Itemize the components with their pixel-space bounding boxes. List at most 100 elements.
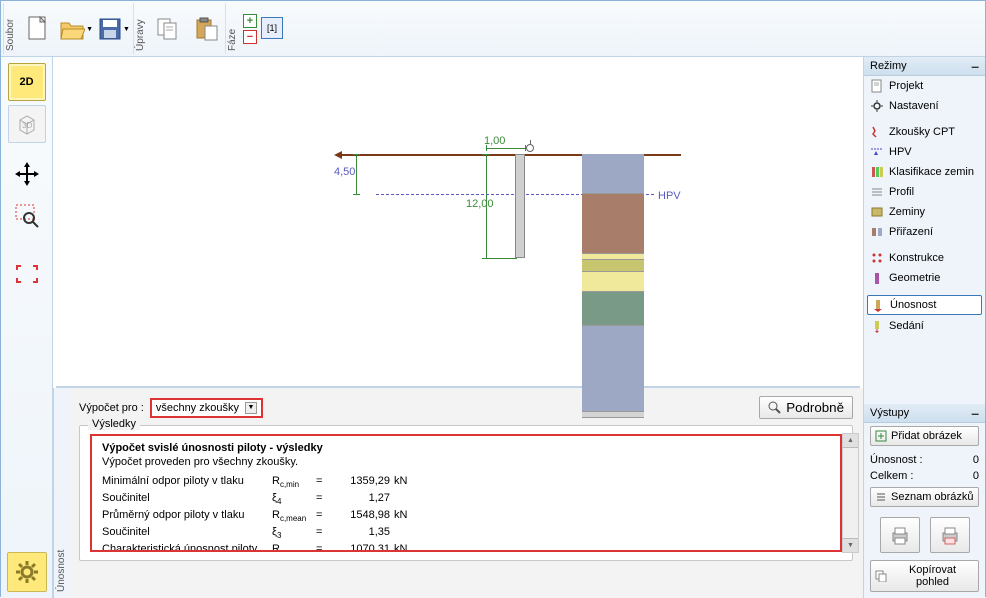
output-total-label: Celkem :: [870, 470, 913, 482]
output-total-value: 0: [973, 470, 979, 482]
dropdown-arrow-icon: ▼: [123, 26, 130, 33]
sidebar-item-label: Sedání: [889, 320, 924, 332]
cap-icon: [871, 298, 885, 312]
open-folder-icon: [59, 17, 85, 41]
add-phase-button[interactable]: +: [243, 14, 257, 28]
toolbar-group-phase: Fáze: [225, 3, 239, 54]
collapse-button[interactable]: –: [971, 61, 979, 71]
results-text-box: Výpočet svislé únosnosti piloty - výsled…: [90, 434, 842, 552]
view-2d-label: 2D: [19, 76, 33, 88]
cube-3d-icon: 3D: [14, 111, 40, 137]
image-list-label: Seznam obrázků: [891, 491, 974, 503]
tests-dropdown[interactable]: všechny zkoušky ▼: [150, 398, 263, 418]
svg-text:3D: 3D: [22, 121, 32, 130]
outputs-header-label: Výstupy: [870, 407, 909, 419]
sidebar-item-zkoušky-cpt[interactable]: Zkoušky CPT: [864, 122, 985, 142]
zoom-region-icon: [14, 203, 40, 229]
sidebar-item-konstrukce[interactable]: Konstrukce: [864, 248, 985, 268]
sidebar-item-label: Nastavení: [889, 100, 939, 112]
paste-icon: [193, 16, 219, 42]
save-disk-icon: [98, 17, 122, 41]
calc-for-label: Výpočet pro :: [79, 402, 144, 414]
toolbar-group-file: Soubor: [3, 3, 17, 54]
remove-phase-button[interactable]: −: [243, 30, 257, 44]
dropdown-arrow-icon: ▼: [86, 26, 93, 33]
collapse-button[interactable]: –: [971, 408, 979, 418]
phase-indicator[interactable]: [1]: [261, 17, 283, 39]
scroll-up-icon[interactable]: ▲: [843, 434, 858, 448]
magnifier-icon: [768, 401, 782, 415]
drawing-canvas[interactable]: 1,00 4,50 12,00 HPV: [56, 60, 860, 388]
stratum-layer: [582, 194, 644, 254]
sidebar-item-hpv[interactable]: HPV: [864, 142, 985, 162]
new-file-button[interactable]: [20, 5, 56, 53]
sidebar-item-profil[interactable]: Profil: [864, 182, 985, 202]
open-file-button[interactable]: ▼: [58, 5, 94, 53]
view-2d-button[interactable]: 2D: [8, 63, 46, 101]
struct-icon: [870, 251, 884, 265]
water-table-label: HPV: [658, 190, 681, 202]
copy-button[interactable]: [150, 5, 186, 53]
result-row: Minimální odpor piloty v tlakuRc,min=135…: [102, 474, 830, 491]
dim-line: [356, 154, 357, 194]
settings-button[interactable]: [7, 552, 47, 592]
sidebar-item-sedání[interactable]: Sedání: [864, 316, 985, 336]
dropdown-value: všechny zkoušky: [156, 402, 239, 414]
detail-button[interactable]: Podrobně: [759, 396, 853, 419]
save-button[interactable]: ▼: [96, 5, 132, 53]
dim-pile-depth-label: 12,00: [466, 198, 494, 210]
output-capacity-value: 0: [973, 454, 979, 466]
sidebar-item-label: HPV: [889, 146, 912, 158]
scrollbar[interactable]: ▲ ▼: [842, 433, 859, 553]
sidebar-item-únosnost[interactable]: Únosnost: [867, 295, 982, 315]
add-image-button[interactable]: Přidat obrázek: [870, 426, 979, 446]
sidebar-item-label: Klasifikace zemin: [889, 166, 974, 178]
modes-header: Režimy –: [864, 57, 985, 76]
pan-button[interactable]: [8, 155, 46, 193]
list-icon: [875, 491, 887, 503]
scroll-down-icon[interactable]: ▼: [843, 538, 858, 552]
results-subtitle: Výpočet proveden pro všechny zkoušky.: [102, 456, 830, 468]
dim-offset-label: 1,00: [484, 135, 505, 147]
geom-icon: [870, 271, 884, 285]
print-button[interactable]: [880, 517, 920, 553]
bars-icon: [870, 165, 884, 179]
sidebar-item-geometrie[interactable]: Geometrie: [864, 268, 985, 288]
result-row: Průměrný odpor piloty v tlakuRc,mean=154…: [102, 508, 830, 525]
printer-image-icon: [939, 524, 961, 546]
gear-icon: [870, 99, 884, 113]
output-total-row: Celkem : 0: [864, 468, 985, 484]
cpt-icon: [870, 125, 884, 139]
sidebar-item-přiřazení[interactable]: Přiřazení: [864, 222, 985, 242]
sidebar-item-klasifikace-zemin[interactable]: Klasifikace zemin: [864, 162, 985, 182]
zoom-region-button[interactable]: [8, 197, 46, 235]
copy-view-button[interactable]: Kopírovat pohled: [870, 560, 979, 592]
pile-shape: [515, 154, 525, 258]
image-list-button[interactable]: Seznam obrázků: [870, 487, 979, 507]
add-image-icon: [875, 430, 887, 442]
profile-icon: [870, 185, 884, 199]
chevron-down-icon: ▼: [245, 402, 257, 414]
sidebar-item-label: Profil: [889, 186, 914, 198]
copy-view-label: Kopírovat pohled: [891, 564, 974, 588]
output-capacity-label: Únosnost :: [870, 454, 923, 466]
view-toolbar: 2D 3D: [1, 57, 53, 598]
assign-icon: [870, 225, 884, 239]
gear-icon: [14, 559, 40, 585]
stratum-layer: [582, 260, 644, 272]
add-image-label: Přidat obrázek: [891, 430, 962, 442]
result-row: Součinitelξ4=1,27: [102, 491, 830, 508]
result-row: Charakteristická únosnost pilotyRc=1070,…: [102, 542, 830, 552]
print-image-button[interactable]: [930, 517, 970, 553]
sidebar-item-label: Zkoušky CPT: [889, 126, 955, 138]
view-3d-button[interactable]: 3D: [8, 105, 46, 143]
sidebar-item-zeminy[interactable]: Zeminy: [864, 202, 985, 222]
sidebar-item-nastavení[interactable]: Nastavení: [864, 96, 985, 116]
outputs-header: Výstupy –: [864, 404, 985, 423]
sidebar-item-projekt[interactable]: Projekt: [864, 76, 985, 96]
new-file-icon: [26, 15, 50, 43]
fit-view-button[interactable]: [8, 255, 46, 293]
results-panel: Únosnost Výpočet pro : všechny zkoušky ▼…: [53, 388, 863, 598]
doc-icon: [870, 79, 884, 93]
paste-button[interactable]: [188, 5, 224, 53]
